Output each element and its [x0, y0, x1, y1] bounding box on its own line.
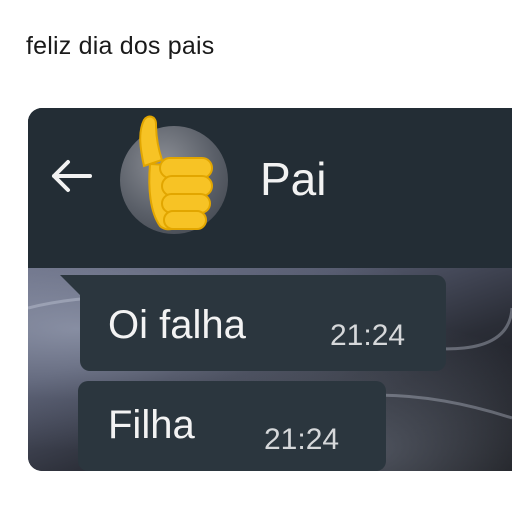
message-time: 21:24: [264, 423, 340, 456]
back-arrow-icon[interactable]: [46, 156, 94, 196]
message-time: 21:24: [330, 319, 406, 352]
message-bubble-2[interactable]: Filha 21:24: [78, 381, 386, 471]
post-caption: feliz dia dos pais: [26, 32, 215, 60]
message-text: Oi falha: [108, 303, 246, 347]
thumbs-up-emoji-icon: [139, 115, 213, 231]
contact-name[interactable]: Pai: [260, 152, 326, 206]
message-text: Filha: [108, 403, 195, 447]
message-bubble-1[interactable]: Oi falha 21:24: [80, 275, 446, 371]
chat-screenshot: Pai Oi falha 21:24 Filha 21:24: [28, 108, 512, 471]
bubble-tail: [60, 275, 82, 297]
chat-header: Pai: [28, 108, 512, 268]
